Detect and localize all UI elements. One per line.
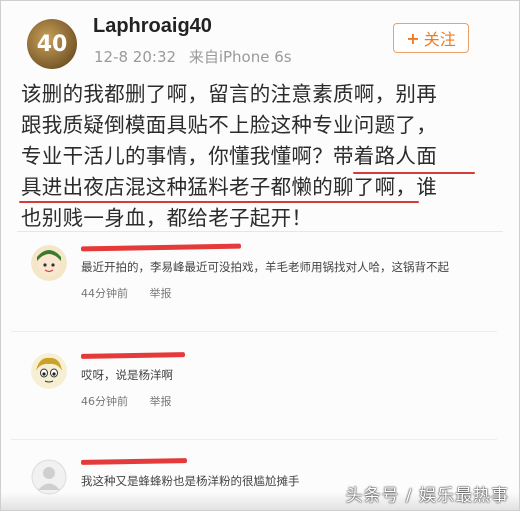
comment-avatar[interactable] xyxy=(31,353,67,389)
divider xyxy=(11,439,497,440)
divider xyxy=(17,231,503,232)
cartoon-avatar-icon xyxy=(31,245,67,281)
comment-text: 我这种又是蜂蜂粉也是杨洋粉的很尴尬摊手 xyxy=(81,474,300,488)
default-user-avatar-icon xyxy=(31,459,67,495)
comment-meta: 44分钟前 举报 xyxy=(81,285,172,301)
post-date: 12-8 20:32 xyxy=(94,48,177,66)
redacted-username xyxy=(80,352,186,359)
comment-avatar[interactable] xyxy=(31,245,67,281)
post-line: 该删的我都删了啊，留言的注意素质啊，别再 xyxy=(21,82,437,106)
post-meta: 12-8 20:32 来自iPhone 6s xyxy=(94,46,300,67)
username[interactable]: Laphroaig40 xyxy=(93,15,212,38)
comment-meta: 46分钟前 举报 xyxy=(81,393,172,409)
report-link[interactable]: 举报 xyxy=(150,287,172,300)
post-line: 专业干活儿的事情，你懂我懂啊？带着路人面 xyxy=(21,144,437,168)
post-line: 跟我质疑倒模面具贴不上脸这种专业问题了， xyxy=(21,113,437,137)
follow-button[interactable]: + 关注 xyxy=(393,23,469,53)
comment-item: 哎呀，说是杨洋啊 46分钟前 举报 xyxy=(31,352,491,423)
weibo-post-screenshot: 40 Laphroaig40 12-8 20:32 来自iPhone 6s + … xyxy=(0,0,520,511)
cartoon-avatar-icon xyxy=(31,353,67,389)
report-link[interactable]: 举报 xyxy=(150,395,172,408)
avatar-badge: 40 xyxy=(36,31,68,57)
comment-time: 44分钟前 xyxy=(81,287,128,300)
red-underline xyxy=(353,172,475,174)
post-source: 来自iPhone 6s xyxy=(188,48,292,66)
post-body: 该删的我都删了啊，留言的注意素质啊，别再 跟我质疑倒模面具贴不上脸这种专业问题了… xyxy=(21,79,511,234)
comment-time: 46分钟前 xyxy=(81,395,128,408)
watermark: 头条号 / 娱乐最热事 xyxy=(345,486,509,506)
comment-text: 最近开拍的，李易峰最近可没拍戏，羊毛老师用锅找对人哈，这锅背不起 xyxy=(81,260,449,274)
red-underline xyxy=(19,201,419,203)
comment-text: 哎呀，说是杨洋啊 xyxy=(81,368,173,382)
comment-avatar[interactable] xyxy=(31,459,67,495)
comment-item: 最近开拍的，李易峰最近可没拍戏，羊毛老师用锅找对人哈，这锅背不起 44分钟前 举… xyxy=(31,243,491,315)
user-avatar[interactable]: 40 xyxy=(27,19,77,69)
follow-label: 关注 xyxy=(423,30,456,49)
redacted-username xyxy=(80,243,242,252)
post-line: 具进出夜店混这种猛料老子都懒的聊了啊，谁 xyxy=(21,175,437,199)
plus-icon: + xyxy=(406,28,420,48)
redacted-username xyxy=(80,458,188,465)
divider xyxy=(11,331,497,332)
post-line: 也别贱一身血，都给老子起开！ xyxy=(21,206,313,230)
